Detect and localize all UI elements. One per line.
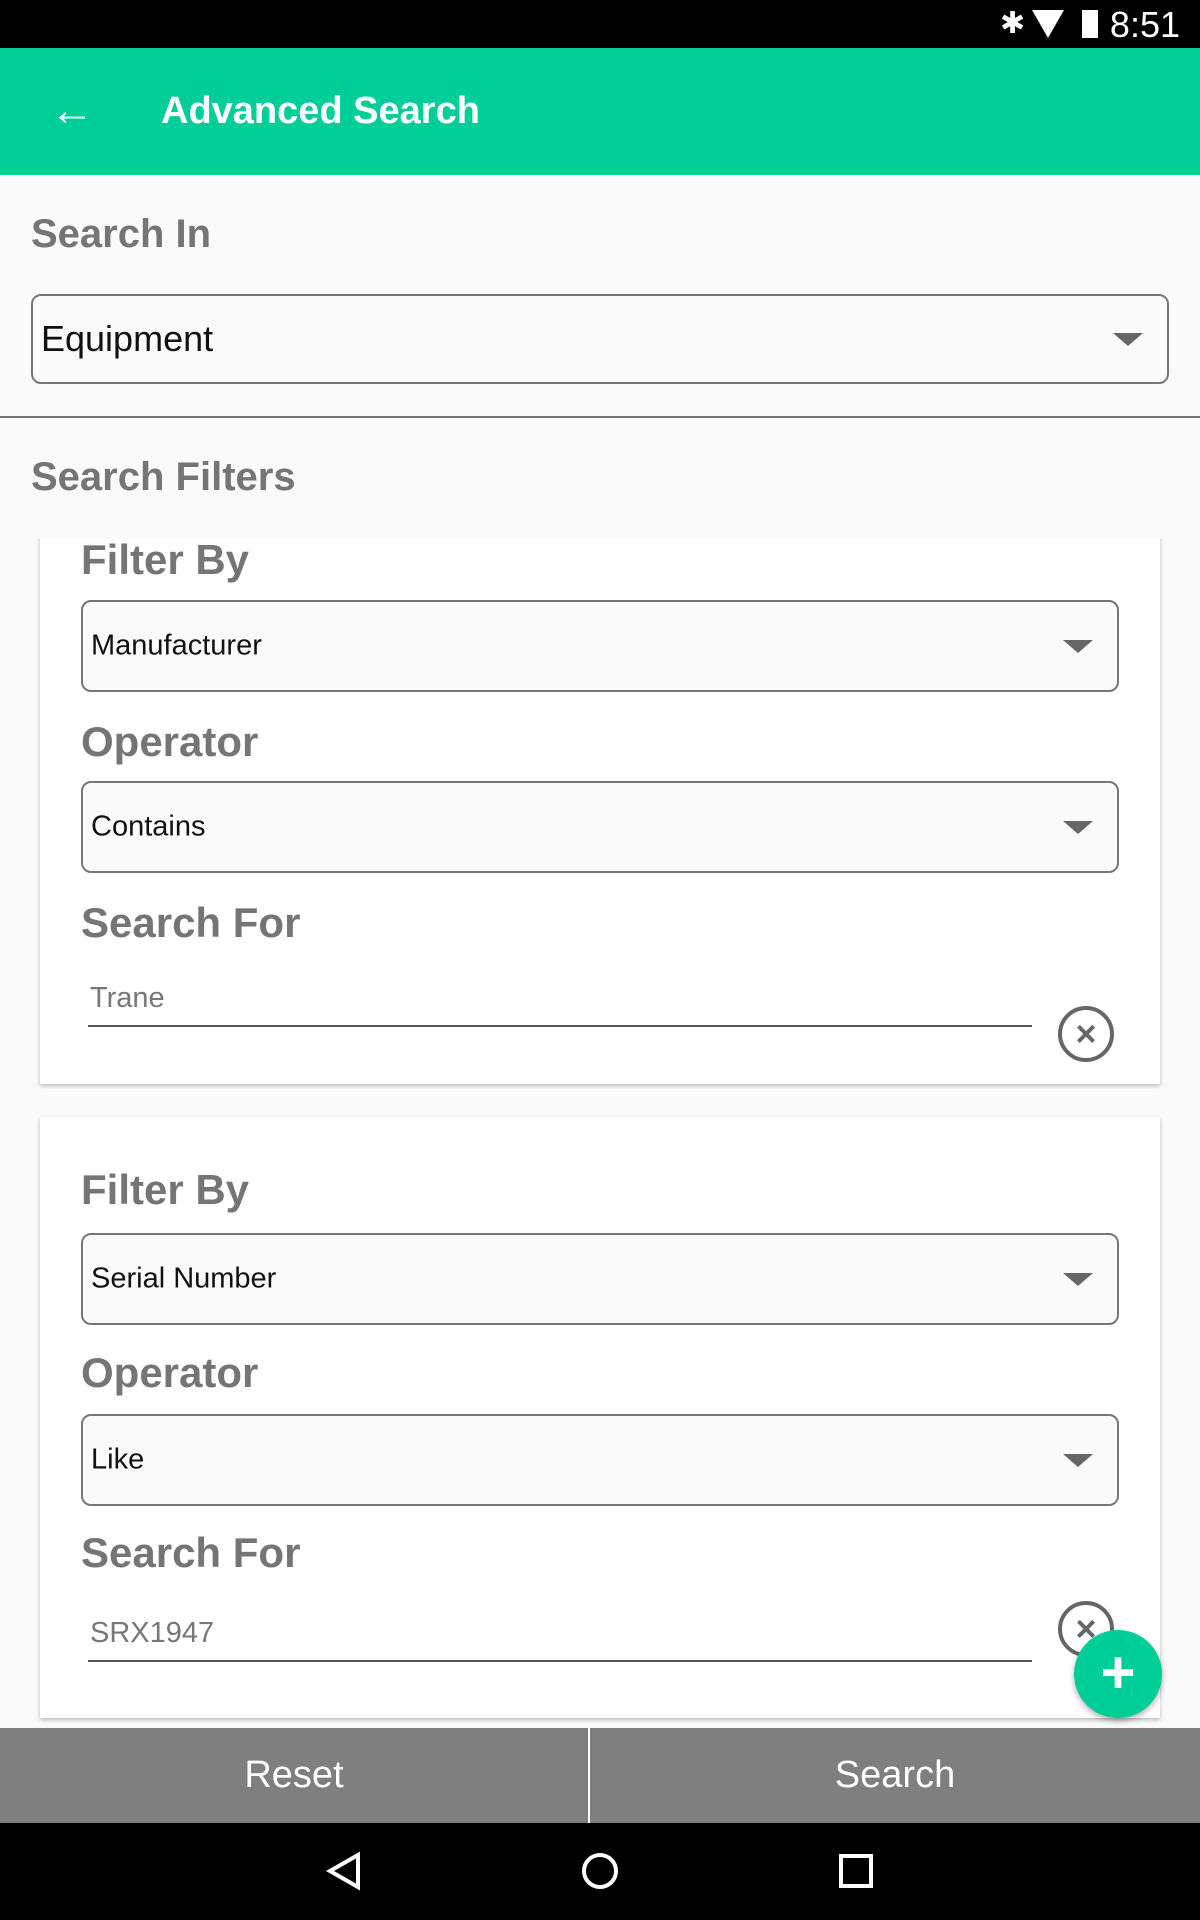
search-button[interactable]: Search (590, 1728, 1200, 1823)
back-arrow-icon[interactable]: ← (50, 86, 94, 136)
app-bar: ← Advanced Search (0, 48, 1200, 175)
search-for-input[interactable]: SRX1947 (88, 1617, 1032, 1662)
search-filters-label: Search Filters (31, 455, 296, 499)
chevron-down-icon (1063, 1454, 1093, 1467)
plus-icon: + (1100, 1639, 1136, 1706)
operator-dropdown[interactable]: Like (81, 1414, 1119, 1506)
filter-by-dropdown[interactable]: Manufacturer (81, 600, 1119, 692)
search-for-label: Search For (81, 899, 301, 946)
filter-by-label: Filter By (81, 1166, 250, 1213)
battery-icon (1082, 10, 1098, 38)
chevron-down-icon (1063, 640, 1093, 653)
search-in-label: Search In (31, 212, 212, 256)
bluetooth-icon: ✱ (1000, 7, 1026, 40)
search-for-input[interactable]: Trane (88, 982, 1032, 1027)
status-bar: ✱ 8:51 (0, 0, 1200, 48)
navigation-bar (0, 1823, 1200, 1920)
search-in-dropdown[interactable]: Equipment (31, 294, 1169, 384)
divider (0, 416, 1200, 418)
filter-by-label: Filter By (81, 539, 250, 583)
filter-by-value: Manufacturer (91, 629, 262, 662)
search-in-value: Equipment (41, 318, 214, 359)
operator-dropdown[interactable]: Contains (81, 781, 1119, 873)
operator-value: Like (91, 1443, 145, 1476)
filter-card: Filter By Manufacturer Operator Contains… (40, 539, 1160, 1084)
page-title: Advanced Search (161, 90, 480, 132)
filter-card-clip: Filter By Manufacturer Operator Contains… (36, 539, 1166, 1089)
wifi-icon (1032, 10, 1064, 38)
clear-icon[interactable]: × (1058, 1006, 1114, 1062)
add-filter-button[interactable]: + (1074, 1630, 1162, 1718)
reset-button[interactable]: Reset (0, 1728, 588, 1823)
operator-value: Contains (91, 810, 206, 843)
back-triangle-icon[interactable] (324, 1851, 364, 1891)
operator-label: Operator (81, 1349, 259, 1396)
operator-label: Operator (81, 718, 259, 765)
filter-by-dropdown[interactable]: Serial Number (81, 1233, 1119, 1325)
chevron-down-icon (1063, 821, 1093, 834)
filter-card: Filter By Serial Number Operator Like Se… (40, 1117, 1160, 1718)
filter-by-value: Serial Number (91, 1262, 277, 1295)
clock: 8:51 (1109, 4, 1180, 45)
home-circle-icon[interactable] (580, 1851, 620, 1891)
recents-square-icon[interactable] (836, 1851, 876, 1891)
chevron-down-icon (1113, 333, 1143, 346)
bottom-bar: Reset Search (0, 1728, 1200, 1823)
search-for-label: Search For (81, 1529, 301, 1576)
chevron-down-icon (1063, 1273, 1093, 1286)
